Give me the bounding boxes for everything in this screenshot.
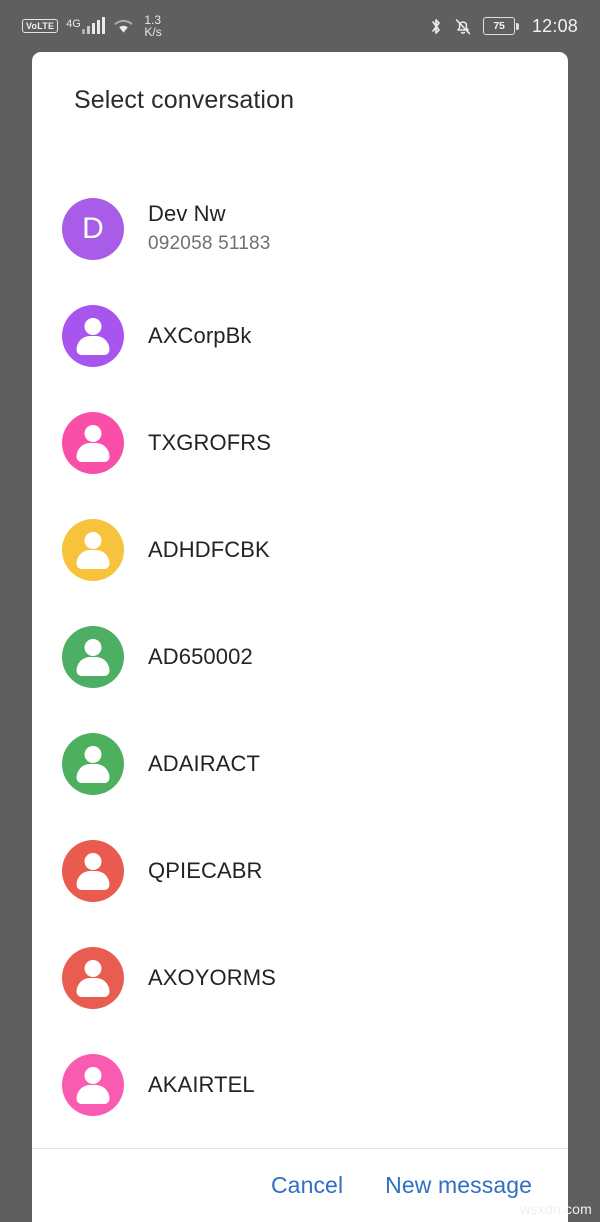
conversation-row-text: Dev Nw 092058 51183 <box>148 200 271 257</box>
avatar-head-shape <box>84 424 102 442</box>
avatar-body-shape <box>76 870 110 890</box>
avatar-body-shape <box>76 442 110 462</box>
conversation-row-text: AXCorpBk <box>148 322 252 350</box>
avatar-head-shape <box>84 1066 102 1084</box>
avatar-person-icon <box>62 304 124 367</box>
conversation-row[interactable]: QPIECABR <box>32 817 568 924</box>
watermark: wsxdn.com <box>520 1201 592 1217</box>
conversation-row[interactable]: ADAIRACT <box>32 710 568 817</box>
bell-muted-icon <box>454 17 472 36</box>
conversation-row[interactable]: AXCorpBk <box>32 282 568 389</box>
cancel-button[interactable]: Cancel <box>271 1172 343 1199</box>
dialog-title: Select conversation <box>74 86 295 114</box>
avatar-body-shape <box>76 763 110 783</box>
avatar-person-icon <box>62 518 124 581</box>
conversation-row-text: AD650002 <box>148 643 253 671</box>
conversation-row[interactable]: AKAIRTEL <box>32 1031 568 1138</box>
battery-nub <box>516 22 519 30</box>
status-bar-left: VoLTE 4G 1.3 K/s <box>22 0 162 52</box>
conversation-name: AD650002 <box>148 643 253 669</box>
conversation-row[interactable]: D Dev Nw 092058 51183 <box>32 175 568 282</box>
avatar-body-shape <box>76 549 110 569</box>
avatar-person-icon <box>62 411 124 474</box>
conversation-name: Dev Nw <box>148 201 226 226</box>
signal-bars-glyph <box>81 17 106 34</box>
data-rate-indicator: 1.3 K/s <box>144 14 161 38</box>
select-conversation-dialog: Select conversation D Dev Nw 092058 51183 A… <box>32 52 568 1222</box>
conversation-row-text: QPIECABR <box>148 857 263 885</box>
conversation-name: ADHDFCBK <box>148 536 270 562</box>
conversation-row-text: ADHDFCBK <box>148 536 270 564</box>
conversation-name: AKAIRTEL <box>148 1071 255 1097</box>
avatar-head-shape <box>84 317 102 335</box>
avatar-person-icon <box>62 625 124 688</box>
conversation-name: ADAIRACT <box>148 750 261 776</box>
data-rate-unit: K/s <box>144 25 162 39</box>
avatar-person-icon <box>62 839 124 902</box>
conversation-name: AXOYORMS <box>148 964 276 990</box>
status-bar: VoLTE 4G 1.3 K/s 75 12:08 <box>0 0 600 52</box>
conversation-row-text: ADAIRACT <box>148 750 260 778</box>
avatar-body-shape <box>76 656 110 676</box>
conversation-row[interactable]: TXGROFRS <box>32 389 568 496</box>
conversation-row[interactable]: AD650002 <box>32 603 568 710</box>
conversation-list[interactable]: D Dev Nw 092058 51183 AXCorpBk TXGROFRS ADHDF… <box>32 175 568 1150</box>
avatar-body-shape <box>76 335 110 355</box>
avatar-head-shape <box>84 531 102 549</box>
status-bar-right: 75 12:08 <box>429 0 578 52</box>
clock-label: 12:08 <box>531 15 578 36</box>
conversation-row-text: AXOYORMS <box>148 964 276 992</box>
conversation-phone-number: 092058 51183 <box>148 233 271 254</box>
conversation-row-text: TXGROFRS <box>148 429 271 457</box>
conversation-name: TXGROFRS <box>148 429 272 455</box>
avatar-letter: D <box>82 211 104 245</box>
battery-level-label: 75 <box>482 17 515 35</box>
avatar-person-icon <box>62 732 124 795</box>
volte-icon: VoLTE <box>22 19 59 33</box>
dialog-footer: Cancel New message <box>32 1148 568 1222</box>
bluetooth-icon <box>429 17 443 36</box>
avatar-initial: D <box>62 197 124 260</box>
avatar-body-shape <box>76 1084 110 1104</box>
avatar-head-shape <box>84 852 102 870</box>
avatar-body-shape <box>76 977 110 997</box>
avatar-person-icon <box>62 946 124 1009</box>
conversation-name: QPIECABR <box>148 857 263 883</box>
conversation-name: AXCorpBk <box>148 322 252 348</box>
avatar-person-icon <box>62 1053 124 1116</box>
avatar-head-shape <box>84 638 102 656</box>
avatar-head-shape <box>84 745 102 763</box>
network-generation-label: 4G <box>66 18 81 30</box>
battery-icon: 75 <box>482 17 519 35</box>
signal-bars-icon: 4G <box>66 17 106 34</box>
avatar-head-shape <box>84 959 102 977</box>
conversation-row[interactable]: ADHDFCBK <box>32 496 568 603</box>
wifi-icon <box>113 18 134 34</box>
conversation-row-text: AKAIRTEL <box>148 1071 255 1099</box>
conversation-row[interactable]: AXOYORMS <box>32 924 568 1031</box>
new-message-button[interactable]: New message <box>385 1172 532 1199</box>
